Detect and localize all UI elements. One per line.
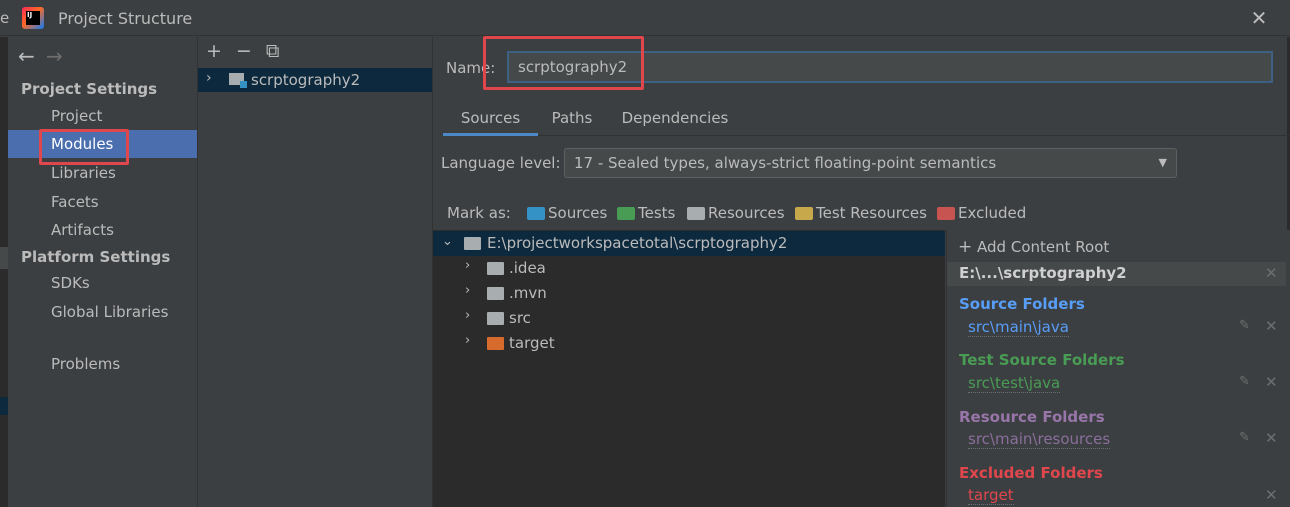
chevron-right-icon[interactable]: › <box>206 70 212 86</box>
close-icon[interactable]: ✕ <box>1265 486 1278 504</box>
tree-root-path: E:\projectworkspacetotal\scrptography2 <box>487 234 788 252</box>
close-icon[interactable]: ✕ <box>1265 373 1278 391</box>
module-tabs: Sources Paths Dependencies <box>443 103 1290 136</box>
highlight-box-name <box>483 36 644 90</box>
highlight-box-modules <box>39 129 129 165</box>
add-icon: + <box>958 237 973 257</box>
language-level-select[interactable]: 17 - Sealed types, always-strict floatin… <box>564 148 1177 178</box>
chevron-right-icon[interactable]: › <box>465 333 470 348</box>
mark-as-test-resources-button[interactable]: Test Resources <box>795 204 927 224</box>
source-folders-title: Source Folders <box>959 295 1085 313</box>
copy-icon[interactable]: ⧉ <box>266 40 280 62</box>
resource-folder-path: src\main\resources <box>968 430 1111 449</box>
folder-icon <box>487 262 504 275</box>
mark-as-tests-button[interactable]: Tests <box>617 204 675 224</box>
sidebar-item-global-libraries[interactable]: Global Libraries <box>8 298 197 326</box>
source-folder-path: src\main\java <box>968 318 1069 337</box>
chevron-right-icon[interactable]: › <box>465 258 470 273</box>
folder-icon <box>464 237 481 250</box>
resource-folders-title: Resource Folders <box>959 408 1105 426</box>
tree-item-label: .idea <box>509 259 546 277</box>
chevron-right-icon[interactable]: › <box>465 308 470 323</box>
language-level-label: Language level: <box>441 154 561 172</box>
sources-folder-icon <box>527 207 545 220</box>
folder-tree: ⌄ E:\projectworkspacetotal\scrptography2… <box>433 230 945 507</box>
sidebar-item-sdks[interactable]: SDKs <box>8 269 197 297</box>
chevron-down-icon[interactable]: ⌄ <box>442 234 453 249</box>
window-title: Project Structure <box>58 9 193 28</box>
mark-as-sources-button[interactable]: Sources <box>527 204 607 224</box>
test-source-folder-path: src\test\java <box>968 374 1061 393</box>
tests-folder-icon <box>617 207 635 220</box>
edit-pencil-icon[interactable]: ✎ <box>1239 318 1250 333</box>
forward-arrow-icon[interactable]: → <box>46 44 74 68</box>
content-roots-panel: + Add Content Root E:\...\scrptography2 … <box>946 230 1290 507</box>
module-folder-icon <box>229 73 247 88</box>
folder-icon <box>487 312 504 325</box>
module-list-item[interactable]: › scrptography2 <box>198 68 432 92</box>
close-icon[interactable]: ✕ <box>1265 317 1278 335</box>
modules-toolbar: + − ⧉ <box>206 40 293 62</box>
add-icon[interactable]: + <box>206 40 222 62</box>
divider <box>197 37 198 507</box>
tab-paths[interactable]: Paths <box>540 103 604 136</box>
project-settings-heading: Project Settings <box>21 80 158 98</box>
mark-as-resources-button[interactable]: Resources <box>687 204 785 224</box>
remove-icon[interactable]: − <box>236 40 252 62</box>
tab-sources[interactable]: Sources <box>443 103 538 136</box>
project-structure-window: e IJ Project Structure ✕ ← → Project Sett… <box>0 0 1290 507</box>
excluded-folder-icon <box>937 207 955 220</box>
excluded-folder-path: target <box>968 486 1014 505</box>
folder-icon <box>487 287 504 300</box>
background-window-strip <box>0 37 8 507</box>
add-content-root-button[interactable]: + Add Content Root <box>958 237 1109 257</box>
language-level-value: 17 - Sealed types, always-strict floatin… <box>574 154 997 172</box>
intellij-logo-icon: IJ <box>22 7 44 29</box>
content-root-header: E:\...\scrptography2 ✕ <box>947 262 1286 286</box>
content-root-title: E:\...\scrptography2 <box>959 264 1127 282</box>
test-source-folders-title: Test Source Folders <box>959 351 1125 369</box>
close-icon[interactable]: ✕ <box>1265 264 1278 282</box>
mark-as-excluded-button[interactable]: Excluded <box>937 204 1026 224</box>
navigation-arrows: ← → <box>18 44 74 68</box>
test-resources-folder-icon <box>795 207 813 220</box>
tree-root-row[interactable]: ⌄ E:\projectworkspacetotal\scrptography2 <box>433 231 945 256</box>
sidebar-item-artifacts[interactable]: Artifacts <box>8 216 197 244</box>
resources-folder-icon <box>687 207 705 220</box>
sidebar-item-problems[interactable]: Problems <box>8 350 197 378</box>
excluded-folder-icon <box>487 337 504 350</box>
chevron-down-icon: ▼ <box>1158 156 1167 169</box>
sidebar-item-project[interactable]: Project <box>8 102 197 130</box>
excluded-folders-title: Excluded Folders <box>959 464 1103 482</box>
mark-as-label: Mark as: <box>447 204 511 222</box>
close-icon[interactable]: ✕ <box>1265 429 1278 447</box>
close-icon[interactable]: ✕ <box>1249 6 1269 30</box>
edit-pencil-icon[interactable]: ✎ <box>1239 430 1250 445</box>
tree-item-label: target <box>509 334 555 352</box>
platform-settings-heading: Platform Settings <box>21 248 171 266</box>
back-arrow-icon[interactable]: ← <box>18 44 46 68</box>
sidebar-item-facets[interactable]: Facets <box>8 188 197 216</box>
tree-item-label: src <box>509 309 531 327</box>
chevron-right-icon[interactable]: › <box>465 283 470 298</box>
tree-item-label: .mvn <box>509 284 547 302</box>
module-name: scrptography2 <box>251 71 361 89</box>
background-window-edge-text: e <box>0 9 10 27</box>
edit-pencil-icon[interactable]: ✎ <box>1239 374 1250 389</box>
title-bar: e IJ Project Structure ✕ <box>0 0 1290 36</box>
tab-dependencies[interactable]: Dependencies <box>611 103 739 136</box>
